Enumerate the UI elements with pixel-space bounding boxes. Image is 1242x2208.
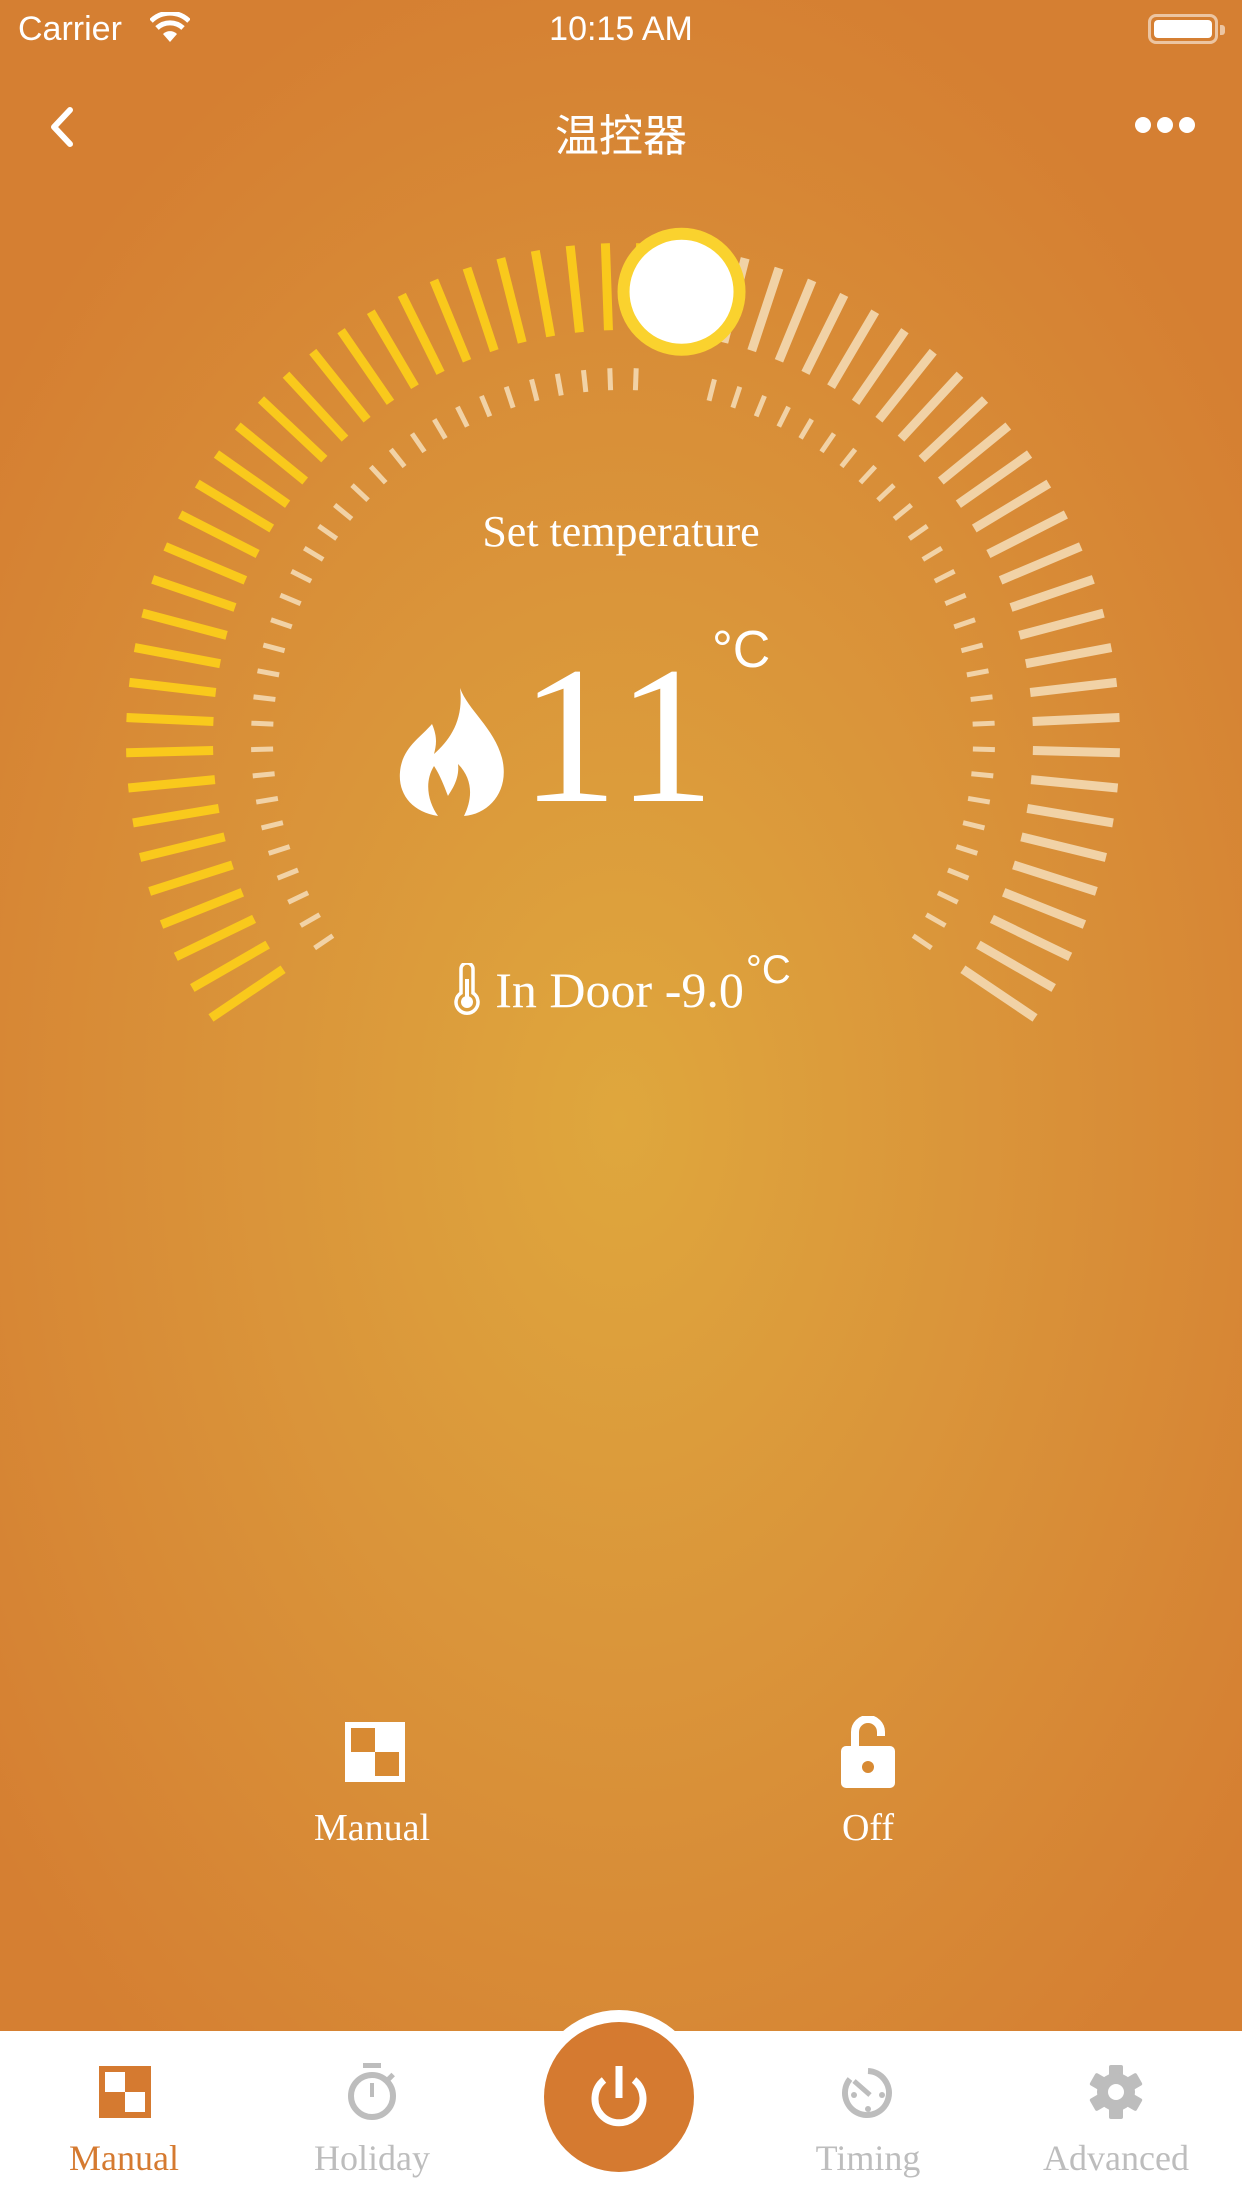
dial-tick	[148, 860, 234, 896]
dial-knob[interactable]	[617, 227, 746, 356]
dial-minor-tick	[270, 617, 293, 630]
mode-manual-label: Manual	[313, 1807, 431, 1849]
tab-holiday[interactable]: Holiday	[272, 2061, 472, 2179]
dial-minor-tick	[299, 912, 321, 928]
tab-manual[interactable]: Manual	[24, 2061, 224, 2179]
tab-timing[interactable]: Timing	[768, 2061, 968, 2179]
dial-minor-tick	[313, 933, 335, 951]
power-button[interactable]	[544, 2022, 694, 2172]
dial-minor-tick	[287, 890, 310, 905]
dial-minor-tick	[876, 483, 896, 503]
dial-minor-tick	[279, 592, 302, 607]
indoor-unit: °C	[745, 948, 791, 992]
stopwatch-icon	[348, 2063, 396, 2120]
dial-minor-tick	[730, 386, 743, 409]
dial-minor-tick	[529, 378, 540, 402]
dial-minor-tick	[936, 890, 959, 905]
power-icon	[591, 2066, 647, 2127]
dial-minor-tick	[819, 432, 837, 454]
dial-minor-tick	[953, 617, 976, 630]
manual-mode-icon	[345, 1722, 405, 1782]
dial-tick	[151, 575, 237, 612]
dial-minor-tick	[479, 395, 493, 418]
dial-minor-tick	[455, 405, 470, 428]
dial-minor-tick	[368, 464, 388, 485]
dial-tick	[429, 278, 472, 363]
dial-minor-tick	[706, 378, 717, 402]
dial-minor-tick	[350, 483, 370, 503]
dial-minor-tick	[776, 405, 791, 428]
indoor-label: In Door	[495, 962, 653, 1018]
dial-minor-tick	[607, 368, 614, 391]
dial-minor-tick	[858, 464, 878, 485]
dial-tick	[1018, 608, 1105, 640]
dial-tick	[600, 243, 613, 331]
dial-tick	[1012, 860, 1098, 896]
tab-advanced[interactable]: Advanced	[1016, 2061, 1216, 2179]
timer-icon	[842, 2068, 892, 2118]
tab-manual-label: Manual	[69, 2138, 179, 2178]
tab-holiday-label: Holiday	[314, 2138, 430, 2178]
dial-tick	[1009, 575, 1095, 612]
dial-minor-tick	[554, 373, 564, 396]
dial-minor-tick	[388, 447, 407, 469]
dial-minor-tick	[290, 568, 313, 584]
dial-tick	[141, 608, 228, 640]
unlock-icon	[841, 1716, 895, 1788]
dial-minor-tick	[933, 568, 956, 584]
dial-minor-tick	[753, 395, 767, 418]
set-temperature-unit: °C	[712, 621, 771, 679]
dial-minor-tick	[839, 447, 858, 469]
tab-advanced-label: Advanced	[1043, 2138, 1189, 2178]
dial-minor-tick	[632, 368, 639, 391]
set-temperature-value: 11	[520, 627, 721, 844]
gear-icon	[1089, 2065, 1143, 2119]
dial-minor-tick	[944, 592, 967, 607]
set-temperature-display: 11 °C	[0, 621, 1242, 850]
thermometer-icon	[454, 963, 481, 1015]
dial-minor-tick	[580, 369, 589, 393]
lock-off-button[interactable]: Off	[768, 1716, 968, 1850]
mode-manual-button[interactable]: Manual	[272, 1716, 472, 1850]
dial-minor-tick	[925, 912, 947, 928]
dial-minor-tick	[276, 867, 299, 881]
dial-knob-handle[interactable]	[617, 227, 746, 356]
flame-icon	[399, 688, 504, 816]
dial-tick	[159, 888, 245, 929]
tab-timing-label: Timing	[815, 2138, 921, 2178]
dial-minor-tick	[947, 867, 970, 881]
dial-tick	[462, 266, 499, 353]
dial-minor-tick	[432, 418, 448, 440]
manual-mode-icon	[99, 2066, 151, 2118]
indoor-value: -9.0	[664, 962, 744, 1018]
dial-tick	[1001, 888, 1087, 929]
dial-tick	[366, 309, 419, 389]
dial-tick	[827, 309, 880, 389]
dial-minor-tick	[503, 386, 516, 409]
dial-tick	[801, 292, 849, 375]
dial-minor-tick	[911, 933, 933, 951]
dial-minor-tick	[409, 432, 427, 454]
lock-off-label: Off	[841, 1807, 895, 1849]
dial-tick	[747, 266, 784, 353]
indoor-temperature: In Door -9.0°C	[0, 948, 1242, 1019]
dial-tick	[774, 278, 817, 363]
set-temperature-label: Set temperature	[482, 507, 760, 556]
dial-minor-tick	[798, 418, 814, 440]
dial-tick	[397, 292, 445, 375]
dial-tick	[565, 245, 584, 333]
dial-tick	[530, 250, 556, 338]
dial-tick	[496, 257, 527, 344]
